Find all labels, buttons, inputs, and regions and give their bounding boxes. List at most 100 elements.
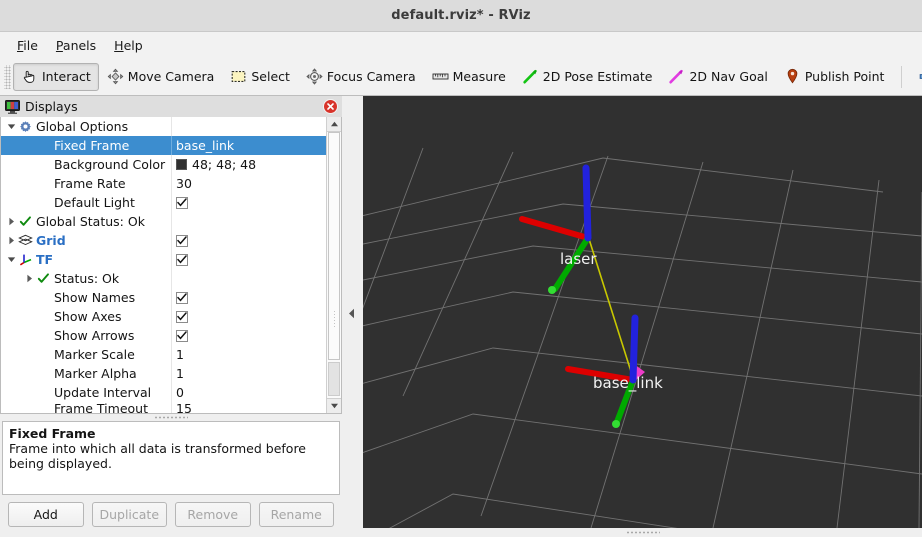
- tree-row[interactable]: Grid: [1, 231, 326, 250]
- tree-expander-closed-icon[interactable]: [5, 217, 18, 226]
- tree-row-value-cell[interactable]: 30: [171, 174, 326, 193]
- dock-view-splitter[interactable]: [342, 96, 363, 537]
- tree-expander-closed-icon[interactable]: [5, 236, 18, 245]
- tree-row-value: 15: [176, 401, 192, 414]
- tool-button-2d-pose-estimate[interactable]: 2D Pose Estimate: [514, 63, 661, 91]
- tree-row[interactable]: Status: Ok: [1, 269, 326, 288]
- tree-row[interactable]: Global Status: Ok: [1, 212, 326, 231]
- menu-panels[interactable]: Panels: [47, 35, 105, 56]
- tree-row-name-cell: Marker Alpha: [1, 364, 171, 383]
- toolbar-separator: [901, 66, 902, 88]
- scroll-down-button[interactable]: [327, 398, 341, 413]
- menu-file[interactable]: File: [8, 35, 47, 56]
- scroll-up-button[interactable]: [327, 117, 341, 132]
- tree-row-value-cell[interactable]: [171, 288, 326, 307]
- view-bottom-splitter[interactable]: [363, 528, 922, 537]
- tree-row-value-cell[interactable]: [171, 193, 326, 212]
- tool-button-focus-camera[interactable]: Focus Camera: [298, 63, 424, 91]
- duplicate-button: Duplicate: [92, 502, 168, 527]
- tree-row[interactable]: Frame Timeout 15: [1, 402, 326, 413]
- tree-row[interactable]: Show Names: [1, 288, 326, 307]
- tree-row-value-cell[interactable]: 48; 48; 48: [171, 155, 326, 174]
- tree-expander-closed-icon[interactable]: [23, 274, 36, 283]
- tree-row-checkbox[interactable]: [176, 292, 188, 304]
- chevron-left-icon: [348, 308, 355, 319]
- tf-axes-icon: [18, 253, 33, 266]
- tool-button-label: Interact: [42, 69, 91, 84]
- tree-row-label: Default Light: [51, 195, 135, 210]
- tree-row-value-cell[interactable]: 1: [171, 345, 326, 364]
- chevron-down-icon: [330, 403, 339, 409]
- tree-row-name-cell: Global Status: Ok: [1, 212, 171, 231]
- collapse-dock-button[interactable]: [346, 307, 356, 319]
- scroll-grip: [333, 310, 336, 328]
- check-icon: [18, 215, 33, 228]
- menu-help-rest: elp: [124, 38, 143, 53]
- tree-expander-open-icon[interactable]: [5, 256, 18, 263]
- laser-z-axis: [586, 168, 588, 238]
- tree-row-value-cell[interactable]: [171, 326, 326, 345]
- tree-row[interactable]: TF: [1, 250, 326, 269]
- add-tool-button[interactable]: [911, 63, 922, 91]
- tree-row[interactable]: Marker Scale1: [1, 345, 326, 364]
- displays-button-row: AddDuplicateRemoveRename: [0, 495, 342, 537]
- displays-tree-container: Global Options Fixed Framebase_linkBackgr…: [0, 117, 342, 414]
- tree-row-name-cell: Frame Timeout: [1, 399, 171, 414]
- displays-tree-scrollbar[interactable]: [326, 117, 341, 413]
- tree-row[interactable]: Frame Rate 30: [1, 174, 326, 193]
- tree-row-value: 48; 48; 48: [192, 157, 256, 172]
- tree-row-checkbox[interactable]: [176, 330, 188, 342]
- green-arrow-icon: [522, 68, 539, 85]
- gear-icon: [18, 120, 33, 133]
- tree-row-value-cell[interactable]: 1: [171, 364, 326, 383]
- tree-row-name-cell: Default Light: [1, 193, 171, 212]
- select-rect-icon: [230, 68, 247, 85]
- tree-row[interactable]: Global Options: [1, 117, 326, 136]
- tree-row-value-cell[interactable]: [171, 231, 326, 250]
- tree-row[interactable]: Show Arrows: [1, 326, 326, 345]
- tree-row-value: 30: [176, 176, 192, 191]
- tool-button-move-camera[interactable]: Move Camera: [99, 63, 223, 91]
- displays-splitter-handle[interactable]: [0, 414, 342, 421]
- tree-row[interactable]: Marker Alpha1: [1, 364, 326, 383]
- scroll-track[interactable]: [327, 132, 341, 398]
- tool-button-select[interactable]: Select: [222, 63, 298, 91]
- tree-row-checkbox[interactable]: [176, 197, 188, 209]
- menu-help[interactable]: Help: [105, 35, 152, 56]
- scroll-thumb-lower[interactable]: [328, 362, 340, 396]
- tree-row[interactable]: Show Axes: [1, 307, 326, 326]
- tree-row-checkbox[interactable]: [176, 235, 188, 247]
- tool-button-2d-nav-goal[interactable]: 2D Nav Goal: [660, 63, 775, 91]
- tree-expander-open-icon[interactable]: [5, 123, 18, 130]
- tree-row-name-cell: Show Arrows: [1, 326, 171, 345]
- tool-button-publish-point[interactable]: Publish Point: [776, 63, 893, 91]
- close-icon[interactable]: [323, 99, 338, 114]
- displays-tree[interactable]: Global Options Fixed Framebase_linkBackgr…: [1, 117, 326, 413]
- tree-row-checkbox[interactable]: [176, 254, 188, 266]
- tree-row-label: Frame Rate: [51, 176, 126, 191]
- tree-row[interactable]: Background Color48; 48; 48: [1, 155, 326, 174]
- tree-row-name-cell: TF: [1, 250, 171, 269]
- tree-row-value-cell[interactable]: base_link: [171, 136, 326, 155]
- tree-row-value-cell[interactable]: [171, 307, 326, 326]
- focus-camera-icon: [306, 68, 323, 85]
- tool-button-interact[interactable]: Interact: [13, 63, 99, 91]
- tree-row-label: Global Options: [33, 119, 128, 134]
- tree-row-checkbox[interactable]: [176, 311, 188, 323]
- tool-button-label: Select: [251, 69, 290, 84]
- displays-monitor-icon: [5, 100, 20, 114]
- render-view-3d[interactable]: laser base_link: [363, 96, 922, 528]
- tool-button-measure[interactable]: Measure: [424, 63, 514, 91]
- tree-row-value-cell[interactable]: [171, 250, 326, 269]
- tree-row[interactable]: Default Light: [1, 193, 326, 212]
- toolbar-drag-handle[interactable]: [4, 65, 11, 89]
- tree-row-value: base_link: [176, 138, 234, 153]
- description-body: Frame into which all data is transformed…: [9, 441, 333, 471]
- tree-row[interactable]: Fixed Framebase_link: [1, 136, 326, 155]
- displays-dock-title-bar: Displays: [0, 96, 342, 117]
- tree-row-label: TF: [33, 252, 53, 267]
- tree-row-value-cell[interactable]: 15: [171, 399, 326, 414]
- base-link-z-axis: [633, 318, 635, 380]
- map-pin-icon: [784, 68, 801, 85]
- add-button[interactable]: Add: [8, 502, 84, 527]
